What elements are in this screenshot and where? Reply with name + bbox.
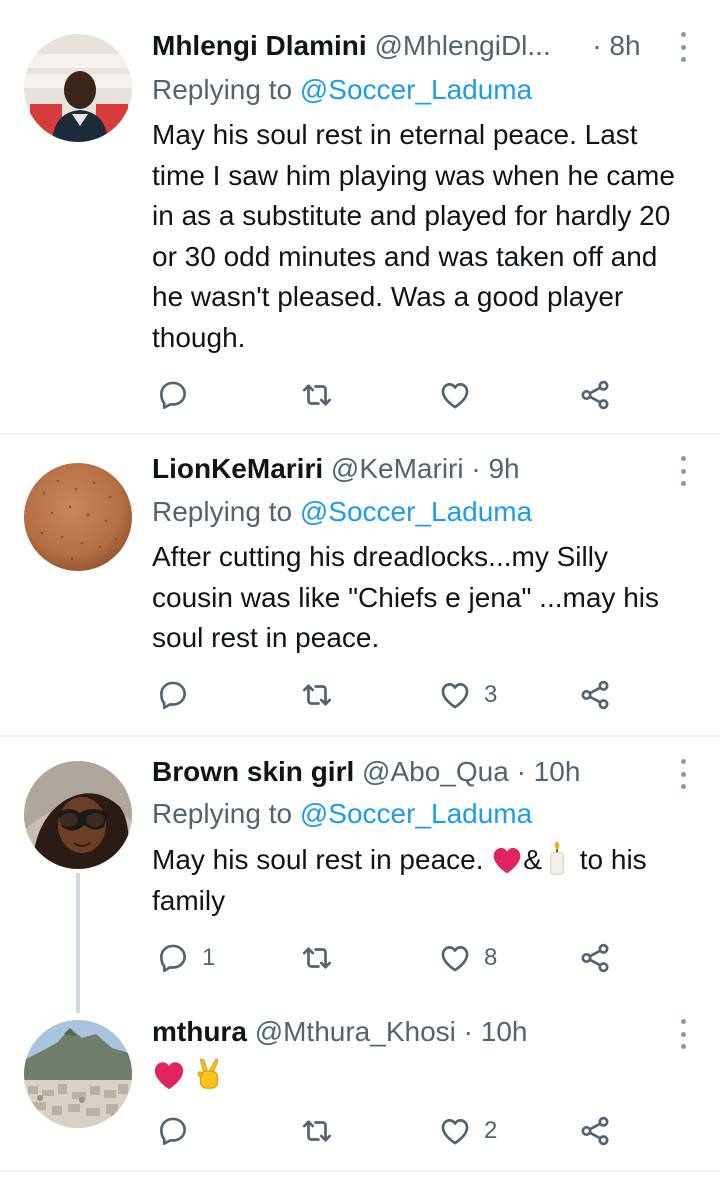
tweet-3[interactable]: Brown skin girl @Abo_Qua · 10h Replying … — [0, 737, 720, 1013]
replying-to: Replying to @Soccer_Laduma — [152, 794, 532, 834]
display-name[interactable]: mthura — [152, 1016, 247, 1047]
tweet-header: Brown skin girl @Abo_Qua · 10h — [152, 752, 660, 792]
tweet-text-part: May his soul rest in peace. — [152, 844, 492, 875]
separator-dot: · — [516, 756, 526, 787]
tweet-4[interactable]: mthura @Mthura_Khosi · 10h 2 — [0, 1000, 720, 1170]
retweet-icon — [302, 684, 332, 706]
retweet-icon — [302, 384, 332, 406]
more-icon[interactable] — [676, 32, 690, 62]
avatar[interactable] — [24, 463, 132, 571]
like-icon — [441, 383, 469, 409]
retweet-button[interactable] — [300, 938, 346, 978]
retweet-icon — [302, 947, 332, 969]
tweet-text — [152, 1056, 680, 1097]
separator-dot: · — [471, 453, 481, 484]
user-handle[interactable]: @Abo_Qua — [362, 756, 509, 787]
display-name[interactable]: Brown skin girl — [152, 756, 354, 787]
reply-icon — [160, 381, 186, 410]
separator-dot: · — [592, 30, 602, 61]
tweet-text: After cutting his dreadlocks...my Silly … — [152, 541, 659, 653]
display-name[interactable]: LionKeMariri — [152, 453, 323, 484]
like-button[interactable]: 3 — [438, 675, 497, 715]
reply-button[interactable] — [156, 375, 202, 415]
replying-to: Replying to @Soccer_Laduma — [152, 492, 532, 532]
display-name[interactable]: Mhlengi Dlamini — [152, 30, 367, 61]
reply-icon — [160, 1117, 186, 1146]
tweet-text-amp: & — [523, 844, 542, 875]
share-button[interactable] — [578, 375, 612, 415]
candle-emoji — [550, 841, 564, 875]
red-heart-emoji — [493, 848, 521, 874]
share-icon — [581, 680, 609, 710]
avatar[interactable] — [24, 34, 132, 142]
like-button[interactable]: 8 — [438, 938, 497, 978]
reply-button[interactable] — [156, 1111, 202, 1151]
tweet-2[interactable]: LionKeMariri @KeMariri · 9h Replying to … — [0, 435, 720, 735]
like-count: 2 — [484, 1117, 498, 1144]
replying-label: Replying to — [152, 496, 293, 527]
retweet-button[interactable] — [300, 375, 346, 415]
user-handle[interactable]: @Mthura_Khosi — [255, 1016, 456, 1047]
reply-button[interactable] — [156, 675, 202, 715]
mention-link[interactable]: @Soccer_Laduma — [300, 74, 532, 105]
tweet-divider — [0, 1170, 720, 1172]
tweet-header: mthura @Mthura_Khosi · 10h — [152, 1012, 660, 1052]
replying-to: Replying to @Soccer_Laduma — [152, 70, 532, 110]
timestamp[interactable]: 9h — [488, 453, 519, 484]
share-icon — [581, 943, 609, 973]
user-handle[interactable]: @KeMariri — [331, 453, 464, 484]
more-icon[interactable] — [676, 1019, 690, 1049]
timestamp[interactable]: 10h — [481, 1016, 528, 1047]
avatar[interactable] — [24, 1020, 132, 1128]
share-button[interactable] — [578, 938, 612, 978]
timestamp[interactable]: 10h — [534, 756, 581, 787]
victory-hand-emoji — [197, 1058, 219, 1089]
action-bar: 3 — [152, 675, 652, 715]
share-button[interactable] — [578, 675, 612, 715]
replying-label: Replying to — [152, 798, 293, 829]
reply-button[interactable]: 1 — [156, 938, 215, 978]
tweet-header: Mhlengi Dlamini @MhlengiDl... · 8h — [152, 26, 660, 66]
share-icon — [581, 380, 609, 410]
mention-link[interactable]: @Soccer_Laduma — [300, 496, 532, 527]
avatar[interactable] — [24, 761, 132, 869]
reply-count: 1 — [202, 944, 216, 971]
timestamp[interactable]: 8h — [609, 30, 640, 61]
red-heart-emoji — [154, 1062, 184, 1090]
retweet-button[interactable] — [300, 675, 346, 715]
like-icon — [441, 683, 469, 709]
tweet-header: LionKeMariri @KeMariri · 9h — [152, 449, 660, 489]
reply-icon — [160, 681, 186, 710]
retweet-button[interactable] — [300, 1111, 346, 1151]
tweet-text: May his soul rest in peace. & to his fam… — [152, 840, 690, 921]
share-icon — [581, 1116, 609, 1146]
more-icon[interactable] — [676, 456, 690, 486]
user-handle[interactable]: @MhlengiDl... — [374, 30, 550, 61]
separator-dot: · — [463, 1016, 473, 1047]
action-bar: 1 8 — [152, 938, 652, 978]
like-icon — [441, 946, 469, 972]
tweet-1[interactable]: Mhlengi Dlamini @MhlengiDl... · 8h Reply… — [0, 0, 720, 433]
like-button[interactable]: 2 — [438, 1111, 497, 1151]
mention-link[interactable]: @Soccer_Laduma — [300, 798, 532, 829]
action-bar — [152, 375, 652, 415]
like-icon — [441, 1119, 469, 1145]
like-button[interactable] — [438, 375, 484, 415]
reply-icon — [160, 944, 186, 973]
action-bar: 2 — [152, 1111, 652, 1151]
like-count: 8 — [484, 944, 498, 971]
like-count: 3 — [484, 681, 498, 708]
thread-line — [76, 873, 80, 1013]
share-button[interactable] — [578, 1111, 612, 1151]
replying-label: Replying to — [152, 74, 293, 105]
tweet-text: May his soul rest in eternal peace. Last… — [152, 119, 675, 353]
retweet-icon — [302, 1120, 332, 1142]
more-icon[interactable] — [676, 759, 690, 789]
